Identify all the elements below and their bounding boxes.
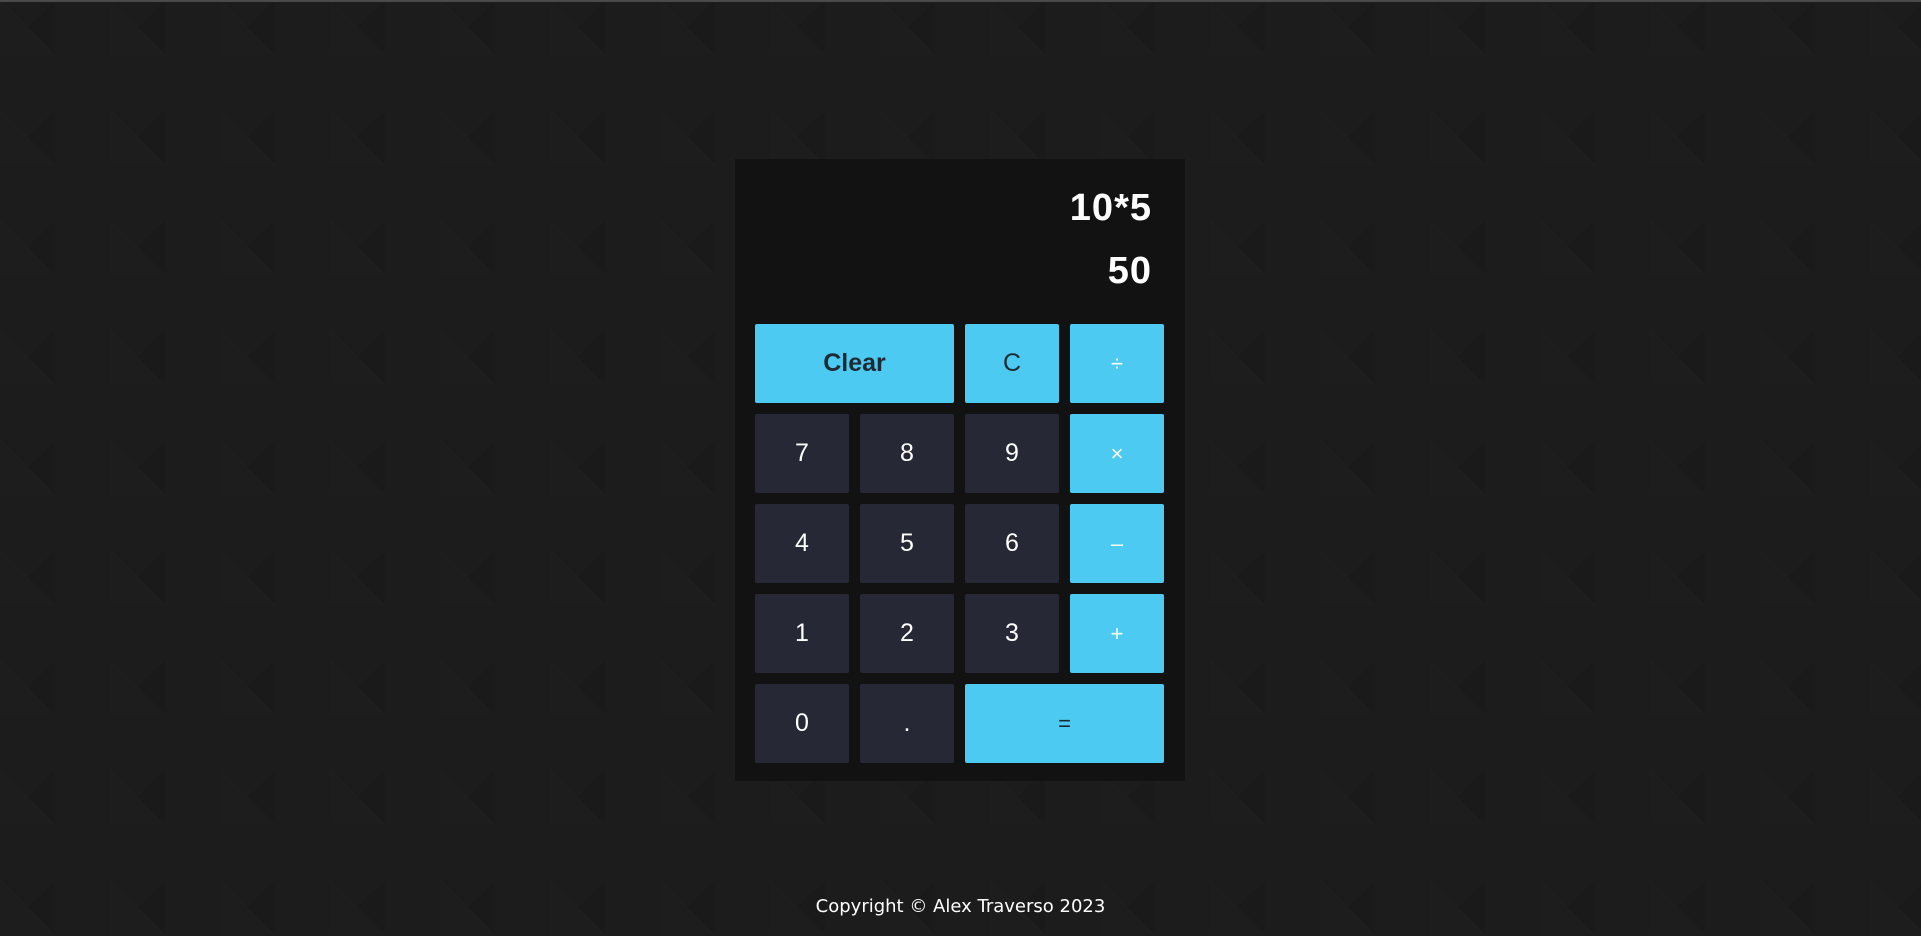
expression-display: 10*5: [1069, 187, 1152, 229]
multiply-button[interactable]: ×: [1070, 414, 1164, 493]
result-display: 50: [1107, 250, 1152, 292]
digit-0-button[interactable]: 0: [755, 684, 849, 763]
digit-6-button[interactable]: 6: [965, 504, 1059, 583]
subtract-button[interactable]: –: [1070, 504, 1164, 583]
digit-3-button[interactable]: 3: [965, 594, 1059, 673]
clear-button[interactable]: Clear: [755, 324, 954, 403]
backspace-button[interactable]: C: [965, 324, 1059, 403]
calculator: 10*5 50 Clear C ÷ 7 8 9 × 4 5 6 – 1 2 3 …: [735, 159, 1185, 781]
digit-5-button[interactable]: 5: [860, 504, 954, 583]
digit-8-button[interactable]: 8: [860, 414, 954, 493]
decimal-button[interactable]: .: [860, 684, 954, 763]
copyright-footer: Copyright © Alex Traverso 2023: [815, 896, 1106, 917]
calculator-display: 10*5 50: [735, 159, 1185, 319]
window-top-border: [0, 0, 1921, 2]
add-button[interactable]: +: [1070, 594, 1164, 673]
digit-2-button[interactable]: 2: [860, 594, 954, 673]
digit-4-button[interactable]: 4: [755, 504, 849, 583]
digit-7-button[interactable]: 7: [755, 414, 849, 493]
equals-button[interactable]: =: [965, 684, 1164, 763]
digit-9-button[interactable]: 9: [965, 414, 1059, 493]
digit-1-button[interactable]: 1: [755, 594, 849, 673]
divide-button[interactable]: ÷: [1070, 324, 1164, 403]
